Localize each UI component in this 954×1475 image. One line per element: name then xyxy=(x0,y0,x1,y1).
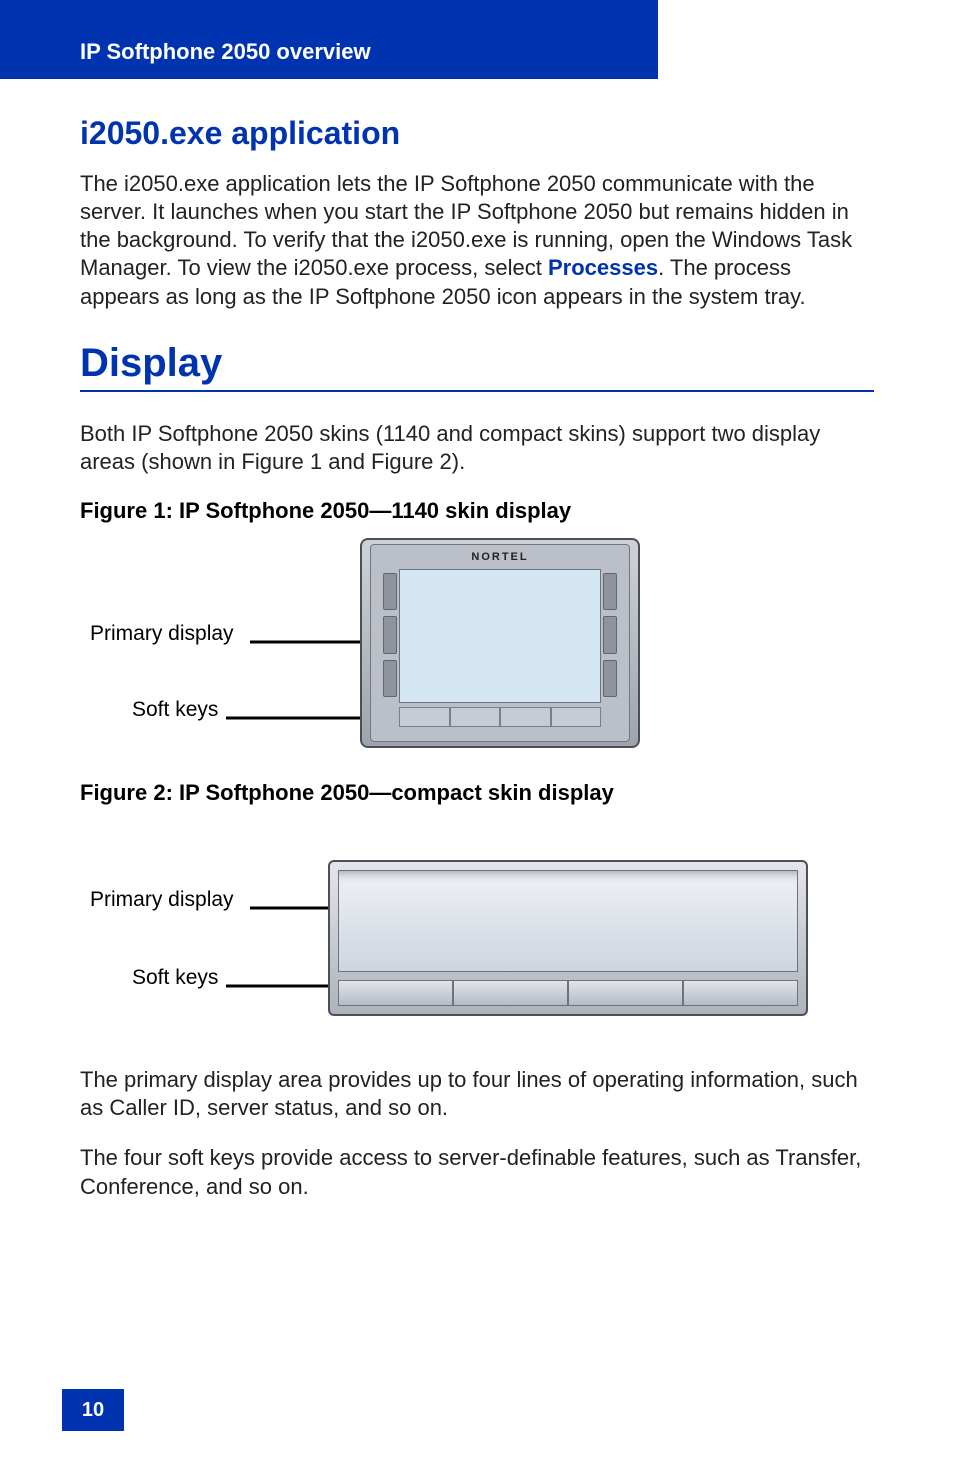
running-head-text: IP Softphone 2050 overview xyxy=(80,39,371,64)
figure-2-device-compact-skin xyxy=(328,860,808,1016)
device-softkeys-row xyxy=(399,707,601,727)
figure-1-caption: Figure 1: IP Softphone 2050—1140 skin di… xyxy=(80,498,874,524)
figure-2-caption: Figure 2: IP Softphone 2050—compact skin… xyxy=(80,780,874,806)
page-number-box: 10 xyxy=(62,1389,124,1431)
device-left-keys xyxy=(383,573,397,697)
arrow-icon xyxy=(250,634,370,655)
device-softkeys-row xyxy=(338,980,798,1006)
figure-1-label-primary-display: Primary display xyxy=(90,622,234,646)
figure-1-device-1140-skin: NORTEL xyxy=(360,538,640,748)
section-heading-app: i2050.exe application xyxy=(80,115,874,152)
device-brand-label: NORTEL xyxy=(371,551,629,563)
device-right-keys xyxy=(603,573,617,697)
figure-2-label-primary-display: Primary display xyxy=(90,888,234,912)
figure-2: Primary display Soft keys xyxy=(80,836,874,1036)
device-primary-display-area xyxy=(399,569,601,703)
figure-1-label-soft-keys: Soft keys xyxy=(132,698,218,722)
arrow-icon xyxy=(226,710,381,731)
paragraph-app: The i2050.exe application lets the IP So… xyxy=(80,170,874,311)
page-content: i2050.exe application The i2050.exe appl… xyxy=(0,115,954,1201)
section-heading-display: Display xyxy=(80,341,874,386)
device-primary-display-area xyxy=(338,870,798,972)
paragraph-softkeys: The four soft keys provide access to ser… xyxy=(80,1144,874,1200)
page-number: 10 xyxy=(82,1399,104,1422)
header-top-stripe xyxy=(0,0,658,25)
paragraph-primary-display: The primary display area provides up to … xyxy=(80,1066,874,1122)
figure-1: Primary display Soft keys NORTEL xyxy=(80,538,874,758)
paragraph-display-intro: Both IP Softphone 2050 skins (1140 and c… xyxy=(80,420,874,476)
section-heading-rule xyxy=(80,390,874,392)
figure-2-label-soft-keys: Soft keys xyxy=(132,966,218,990)
bold-term-processes: Processes xyxy=(548,255,658,280)
device-frame-inner: NORTEL xyxy=(370,544,630,742)
running-head-band: IP Softphone 2050 overview xyxy=(0,25,658,79)
